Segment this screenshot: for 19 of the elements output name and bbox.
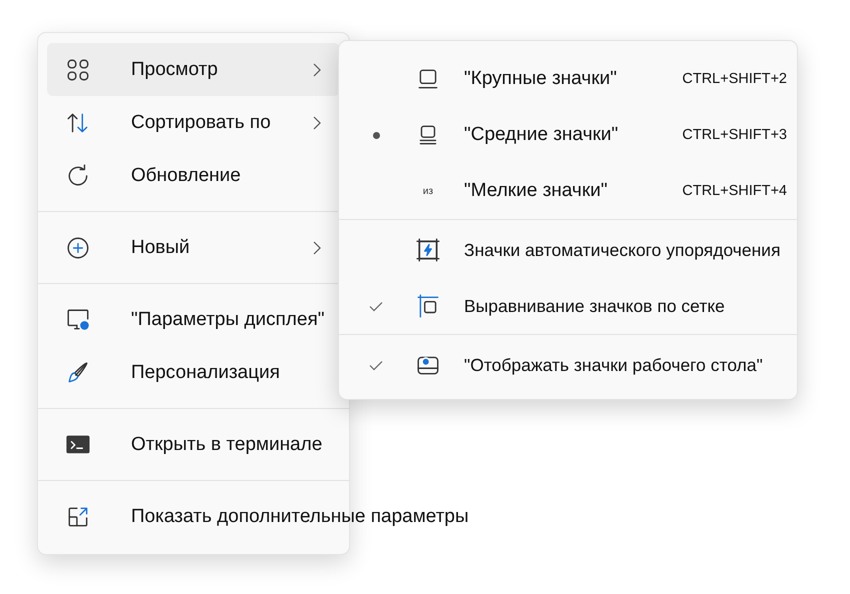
shortcut-text: CTRL+SHIFT+3 [682, 127, 787, 143]
menu-item[interactable]: Открыть в терминале [47, 418, 340, 471]
menu-item[interactable]: Просмотр [47, 43, 340, 96]
menu-item[interactable]: "Крупные значки" CTRL+SHIFT+2 [339, 51, 797, 107]
menu-item[interactable]: Новый [47, 221, 340, 274]
menu-item[interactable]: Показать дополнительные параметры [47, 490, 487, 543]
menu-item[interactable]: Значки автоматического упорядочения [339, 222, 797, 278]
lightning-frame-icon [415, 237, 441, 263]
grid-icon [65, 56, 91, 82]
menu-item[interactable]: "Средние значки" CTRL+SHIFT+3 [339, 107, 797, 163]
menu-item[interactable]: Персонализация [47, 346, 340, 399]
shortcut-text: CTRL+SHIFT+4 [682, 183, 787, 199]
menu-item[interactable]: из "Мелкие значки" CTRL+SHIFT+4 [339, 163, 797, 219]
menu-item[interactable]: Обновление [47, 149, 340, 202]
icon-text: из [422, 186, 434, 196]
shortcut-text: CTRL+SHIFT+2 [682, 71, 787, 87]
add-circle-icon [65, 234, 91, 260]
menu-item[interactable]: Сортировать по [47, 96, 340, 149]
grid-align-icon [415, 293, 441, 319]
